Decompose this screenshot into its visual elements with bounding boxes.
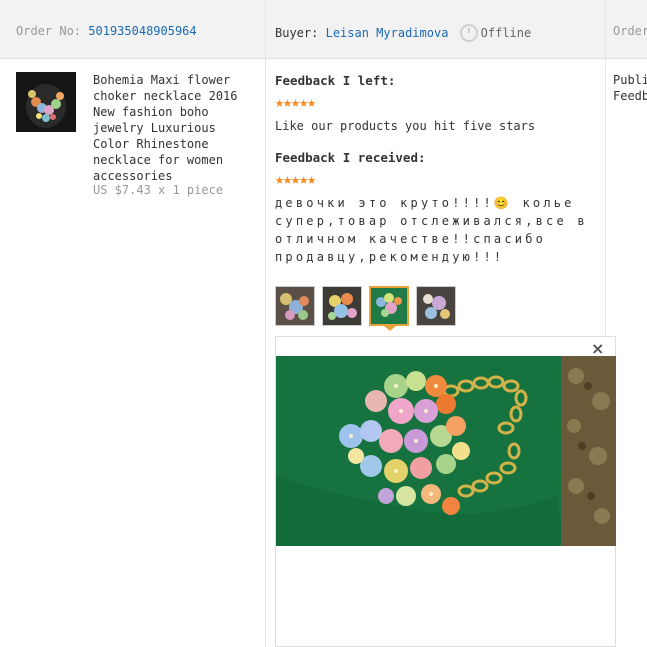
right-column-line: Publi (613, 73, 647, 87)
buyer-status: Offline (480, 26, 532, 40)
offline-status-icon (459, 24, 478, 42)
feedback-received-label: Feedback I received: (275, 150, 426, 165)
right-column-text: Publi Feedb (613, 72, 647, 104)
product-thumbnail[interactable] (16, 72, 76, 132)
review-photo-large (276, 356, 616, 546)
column-divider (265, 0, 266, 647)
order-label: Order No: (16, 24, 82, 38)
photo-thumb-icon (323, 287, 361, 325)
necklace-image-icon (16, 72, 76, 132)
buyer-info: Buyer: Leisan Myradimova Offline (275, 24, 531, 42)
photo-thumb-icon (417, 287, 455, 325)
review-photo-thumb[interactable] (322, 286, 362, 326)
feedback-received-text: девочки это круто!!!!😊 колье супер,товар… (275, 196, 588, 264)
feedback-received-stars: ★★★★★ (275, 170, 316, 188)
order-info: Order No: 501935048905964 (16, 24, 197, 38)
order-number-link[interactable]: 501935048905964 (88, 24, 196, 38)
photo-thumb-icon (276, 287, 314, 325)
selected-photo-pointer (383, 325, 397, 331)
review-photo-thumb-selected[interactable] (369, 286, 409, 326)
feedback-left-text: Like our products you hit five stars (275, 119, 536, 133)
next-order-label: Order (613, 24, 647, 38)
photo-thumb-icon (371, 288, 407, 324)
right-column-line: Feedb (613, 89, 647, 103)
review-photo-thumb[interactable] (275, 286, 315, 326)
feedback-left-label: Feedback I left: (275, 73, 396, 88)
buyer-name-link[interactable]: Leisan Myradimova (326, 26, 449, 40)
feedback-left-stars: ★★★★★ (275, 93, 316, 111)
product-price: US $7.43 x 1 piece (93, 183, 224, 197)
necklace-photo-icon (276, 356, 616, 546)
product-title-link[interactable]: Bohemia Maxi flower choker necklace 2016… (93, 72, 258, 184)
review-photo-thumb[interactable] (416, 286, 456, 326)
buyer-label: Buyer: (275, 26, 319, 40)
